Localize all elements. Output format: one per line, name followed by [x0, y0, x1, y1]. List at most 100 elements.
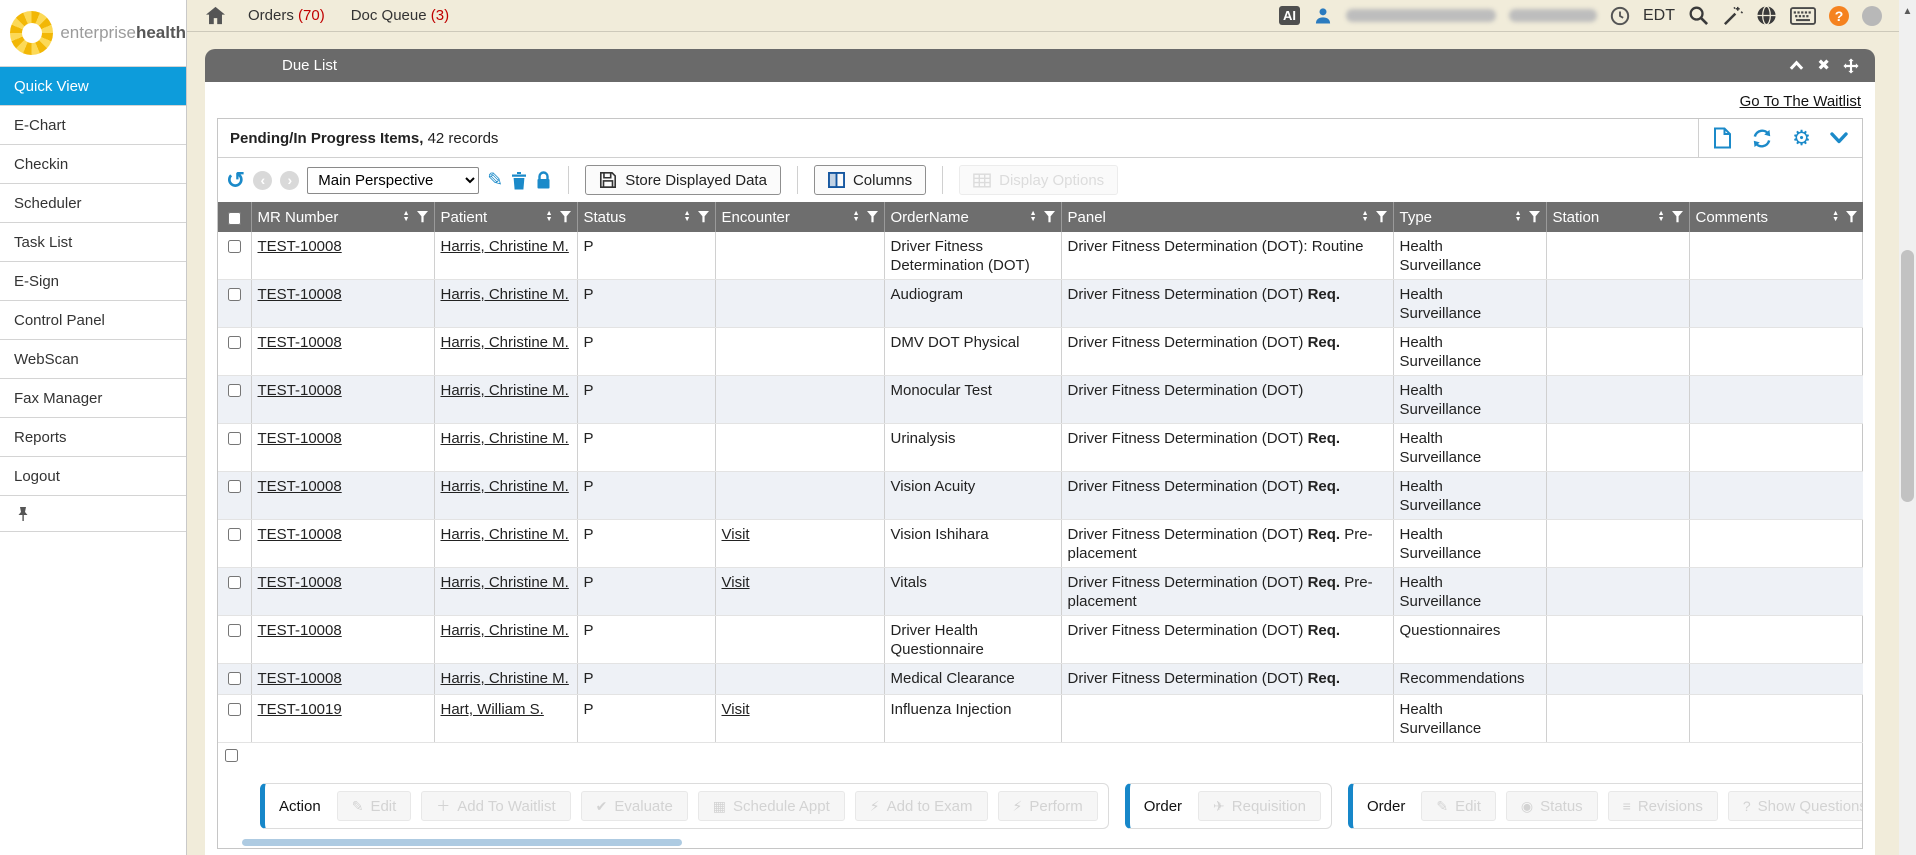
- sidebar-item-fax-manager[interactable]: Fax Manager: [0, 379, 186, 418]
- perspective-select[interactable]: Main Perspective: [307, 167, 479, 194]
- settings-gear-icon[interactable]: ⚙: [1792, 128, 1811, 149]
- horizontal-scrollbar-thumb[interactable]: [242, 839, 682, 846]
- refresh-icon[interactable]: [1751, 128, 1773, 149]
- sort-icon-encounter[interactable]: ▲▼: [853, 211, 860, 223]
- sort-icon-type[interactable]: ▲▼: [1515, 211, 1522, 223]
- sidebar-item-reports[interactable]: Reports: [0, 418, 186, 457]
- scrollbar-up-arrow[interactable]: ▲: [1899, 0, 1916, 17]
- magic-wand-icon[interactable]: [1722, 5, 1743, 26]
- row-checkbox[interactable]: [228, 336, 241, 349]
- move-icon[interactable]: [1843, 58, 1859, 74]
- sidebar-item-quick-view[interactable]: Quick View: [0, 67, 186, 106]
- delete-perspective-trash-icon[interactable]: [511, 171, 527, 190]
- mr-number-link[interactable]: TEST-10008: [258, 622, 342, 639]
- sidebar-item-webscan[interactable]: WebScan: [0, 340, 186, 379]
- vertical-scrollbar-thumb[interactable]: [1901, 250, 1914, 502]
- sidebar-item-logout[interactable]: Logout: [0, 457, 186, 496]
- mr-number-link[interactable]: TEST-10008: [258, 574, 342, 591]
- vertical-scrollbar[interactable]: ▲: [1899, 0, 1916, 855]
- avatar[interactable]: [1862, 6, 1882, 26]
- encounter-link[interactable]: Visit: [722, 526, 750, 543]
- filter-icon-mr-number[interactable]: [417, 211, 428, 223]
- search-icon[interactable]: [1688, 5, 1709, 26]
- patient-link[interactable]: Harris, Christine M.: [441, 526, 569, 543]
- collapse-grid-chevron-icon[interactable]: [1830, 132, 1848, 144]
- patient-link[interactable]: Harris, Christine M.: [441, 430, 569, 447]
- columns-button[interactable]: Columns: [814, 165, 926, 195]
- filter-icon-encounter[interactable]: [867, 211, 878, 223]
- mr-number-link[interactable]: TEST-10008: [258, 238, 342, 255]
- sidebar-item-e-sign[interactable]: E-Sign: [0, 262, 186, 301]
- row-checkbox[interactable]: [228, 576, 241, 589]
- row-checkbox[interactable]: [228, 624, 241, 637]
- edit-perspective-pencil-icon[interactable]: ✎: [487, 171, 503, 190]
- row-checkbox[interactable]: [228, 703, 241, 716]
- sort-icon-mr-number[interactable]: ▲▼: [403, 211, 410, 223]
- row-checkbox[interactable]: [228, 480, 241, 493]
- row-checkbox[interactable]: [228, 384, 241, 397]
- filter-icon-panel[interactable]: [1376, 211, 1387, 223]
- patient-link[interactable]: Harris, Christine M.: [441, 238, 569, 255]
- select-all-checkbox[interactable]: [225, 749, 238, 762]
- horizontal-scrollbar[interactable]: [218, 839, 1862, 846]
- filter-icon-patient[interactable]: [560, 211, 571, 223]
- store-displayed-data-button[interactable]: Store Displayed Data: [585, 165, 781, 195]
- user-icon[interactable]: [1313, 6, 1333, 26]
- sidebar-item-task-list[interactable]: Task List: [0, 223, 186, 262]
- patient-link[interactable]: Harris, Christine M.: [441, 286, 569, 303]
- patient-link[interactable]: Hart, William S.: [441, 701, 544, 718]
- nav-orders[interactable]: Orders (70): [248, 7, 325, 24]
- sort-icon-patient[interactable]: ▲▼: [546, 211, 553, 223]
- sort-icon-panel[interactable]: ▲▼: [1362, 211, 1369, 223]
- sidebar-item-checkin[interactable]: Checkin: [0, 145, 186, 184]
- ai-badge[interactable]: AI: [1279, 6, 1300, 25]
- header-select-all-checkbox[interactable]: [228, 212, 241, 225]
- mr-number-link[interactable]: TEST-10008: [258, 286, 342, 303]
- patient-link[interactable]: Harris, Christine M.: [441, 670, 569, 687]
- go-to-waitlist-link[interactable]: Go To The Waitlist: [1740, 93, 1861, 110]
- mr-number-link[interactable]: TEST-10008: [258, 382, 342, 399]
- home-icon[interactable]: [205, 6, 226, 25]
- patient-link[interactable]: Harris, Christine M.: [441, 622, 569, 639]
- sort-icon-comments[interactable]: ▲▼: [1832, 211, 1839, 223]
- row-checkbox[interactable]: [228, 672, 241, 685]
- patient-link[interactable]: Harris, Christine M.: [441, 574, 569, 591]
- patient-link[interactable]: Harris, Christine M.: [441, 382, 569, 399]
- sidebar-item-scheduler[interactable]: Scheduler: [0, 184, 186, 223]
- sidebar-pin-row[interactable]: [0, 496, 186, 532]
- mr-number-link[interactable]: TEST-10008: [258, 478, 342, 495]
- row-checkbox[interactable]: [228, 432, 241, 445]
- filter-icon-type[interactable]: [1529, 211, 1540, 223]
- mr-number-link[interactable]: TEST-10008: [258, 526, 342, 543]
- help-icon[interactable]: ?: [1829, 6, 1849, 26]
- sort-icon-status[interactable]: ▲▼: [684, 211, 691, 223]
- undo-icon[interactable]: ↺: [226, 169, 245, 192]
- filter-icon-status[interactable]: [698, 211, 709, 223]
- sort-icon-ordername[interactable]: ▲▼: [1030, 211, 1037, 223]
- encounter-link[interactable]: Visit: [722, 574, 750, 591]
- globe-icon[interactable]: [1756, 5, 1777, 26]
- filter-icon-comments[interactable]: [1846, 211, 1857, 223]
- keyboard-icon[interactable]: [1790, 7, 1816, 25]
- patient-link[interactable]: Harris, Christine M.: [441, 334, 569, 351]
- lock-perspective-icon[interactable]: [535, 170, 552, 190]
- sort-icon-station[interactable]: ▲▼: [1658, 211, 1665, 223]
- row-checkbox[interactable]: [228, 240, 241, 253]
- sidebar-item-control-panel[interactable]: Control Panel: [0, 301, 186, 340]
- filter-icon-station[interactable]: [1672, 211, 1683, 223]
- mr-number-link[interactable]: TEST-10008: [258, 334, 342, 351]
- close-icon[interactable]: ✖: [1817, 58, 1830, 73]
- sidebar-item-e-chart[interactable]: E-Chart: [0, 106, 186, 145]
- row-checkbox[interactable]: [228, 528, 241, 541]
- export-document-icon[interactable]: [1713, 127, 1732, 149]
- nav-doc-queue[interactable]: Doc Queue (3): [351, 7, 449, 24]
- mr-number-link[interactable]: TEST-10008: [258, 670, 342, 687]
- collapse-icon[interactable]: [1789, 60, 1804, 71]
- patient-link[interactable]: Harris, Christine M.: [441, 478, 569, 495]
- encounter-link[interactable]: Visit: [722, 701, 750, 718]
- row-checkbox[interactable]: [228, 288, 241, 301]
- mr-number-link[interactable]: TEST-10008: [258, 430, 342, 447]
- mr-number-link[interactable]: TEST-10019: [258, 701, 342, 718]
- filter-icon-ordername[interactable]: [1044, 211, 1055, 223]
- edit-button: ✎Edit: [1421, 791, 1496, 821]
